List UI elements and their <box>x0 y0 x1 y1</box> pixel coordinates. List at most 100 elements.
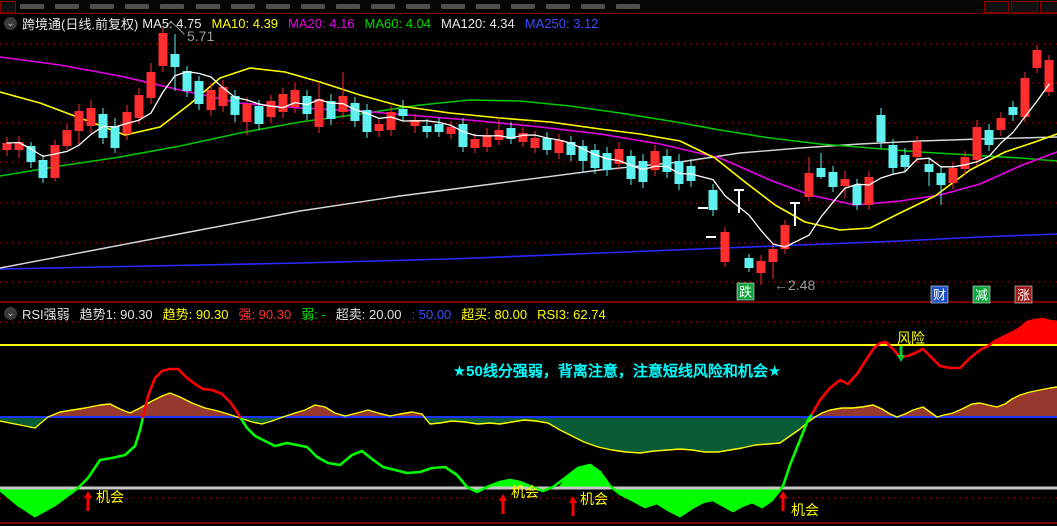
risk-label: 风险 <box>897 330 925 346</box>
price-panel-header: ⌄ 跨境通(日线.前复权) MA5: 4.75 MA10: 4.39 MA20: 4… <box>0 15 1057 32</box>
ma-legend-item: MA20: 4.16 <box>288 15 355 31</box>
ma-legend-item: MA10: 4.39 <box>211 15 279 31</box>
candle-body <box>638 161 648 182</box>
candle-body <box>960 157 970 169</box>
ma-legend-item: MA5: 4.75 <box>142 15 202 31</box>
candle-body <box>182 71 192 91</box>
clipped-menu-text <box>441 4 465 9</box>
candle-body <box>134 95 144 118</box>
candle-body <box>470 139 480 148</box>
clipped-menu-text <box>196 4 220 9</box>
low-price-label: ←2.48 <box>774 277 815 293</box>
toolbar-button[interactable] <box>0 1 16 13</box>
rsi-legend-item: RSI强弱 <box>22 306 70 322</box>
candle-body <box>972 127 982 160</box>
candle-body <box>434 124 444 132</box>
rsi-panel-header: ⌄ RSI强弱 趋势1: 90.30 趋势: 90.30 强: 90.30 弱: - 超卖… <box>0 304 1057 323</box>
candle-body <box>278 94 288 112</box>
clipped-menu-text <box>406 4 430 9</box>
candle-body <box>554 140 564 153</box>
candle-body <box>864 177 874 205</box>
candle-body <box>900 155 910 167</box>
rsi-legend-item: RSI3: 62.74 <box>537 306 606 322</box>
candle-body <box>840 179 850 186</box>
signal-badge-label: 财 <box>933 288 946 303</box>
clipped-menu-text <box>371 4 395 9</box>
candle-body <box>110 126 120 148</box>
rsi-legend-item: 强: 90.30 <box>238 306 292 322</box>
candle-body <box>984 130 994 145</box>
clipped-menu-text <box>125 4 149 9</box>
candle-body <box>1020 78 1030 117</box>
buy-arrow-head <box>779 491 787 498</box>
candle-body <box>708 190 718 210</box>
opportunity-label: 机会 <box>511 484 539 500</box>
opportunity-label: 机会 <box>96 489 124 505</box>
candle-body <box>948 168 958 183</box>
clipped-menu-text <box>20 4 44 9</box>
toolbar-button[interactable] <box>1011 1 1038 13</box>
opportunity-label: 机会 <box>791 502 819 518</box>
candle-body <box>422 126 432 132</box>
divergence-annotation: ★50线分强弱，背离注意，注意短线风险和机会★ <box>453 362 782 380</box>
ma20-line <box>0 56 1057 206</box>
candle-body <box>888 145 898 168</box>
candle-body <box>170 54 180 67</box>
rsi-legend-item: 弱: - <box>301 306 326 322</box>
oversold-fill <box>0 488 78 516</box>
candle-body <box>936 173 946 185</box>
candle-body <box>1044 60 1054 92</box>
candle-body <box>194 81 204 104</box>
ma-legend-item: MA60: 4.04 <box>364 15 432 31</box>
collapse-chevron-icon[interactable]: ⌄ <box>4 306 17 320</box>
candle-body <box>242 104 252 122</box>
candle-body <box>398 109 408 116</box>
clipped-menu-text <box>90 4 114 9</box>
ma-legend: MA5: 4.75 MA10: 4.39 MA20: 4.16 MA60: 4.04 M… <box>142 16 608 31</box>
clipped-menu-text <box>231 4 255 9</box>
rsi-legend-item: : 50.00 <box>411 306 452 322</box>
candle-body <box>374 124 384 131</box>
clipped-menu-text <box>336 4 360 9</box>
candle-body <box>206 90 216 110</box>
candle-body <box>38 160 48 178</box>
candle-body <box>458 124 468 147</box>
candle-body <box>626 156 636 179</box>
rsi-legend-item: 超买: 80.00 <box>461 306 528 322</box>
candle-body <box>266 101 276 117</box>
candle-body <box>446 127 456 134</box>
top-menu-bar[interactable] <box>0 0 1057 14</box>
ma250-line <box>0 233 1057 270</box>
candle-body <box>804 173 814 197</box>
clipped-menu-text <box>476 4 500 9</box>
ma-legend-item: MA250: 3.12 <box>524 15 599 31</box>
rsi-legend: RSI强弱 趋势1: 90.30 趋势: 90.30 强: 90.30 弱: - 超卖: … <box>22 304 616 323</box>
clipped-menu-text <box>266 4 290 9</box>
toolbar-button[interactable] <box>1040 1 1057 13</box>
candle-body <box>350 103 360 121</box>
candle-body <box>720 232 730 262</box>
candle-body <box>912 142 922 157</box>
collapse-chevron-icon[interactable]: ⌄ <box>4 16 17 30</box>
candle-body <box>816 168 826 177</box>
toolbar-button[interactable] <box>984 1 1009 13</box>
buy-arrow-head <box>569 496 577 503</box>
candle-body <box>1032 50 1042 68</box>
ma-legend-item: MA120: 4.34 <box>441 15 515 31</box>
chart-canvas[interactable]: 5.71←2.48跌财减涨机会 机会 机会机会风险★50线分强弱，背离注意，注意短线… <box>0 0 1057 526</box>
clipped-menu-text <box>546 4 570 9</box>
overbought-fill <box>988 319 1057 345</box>
candle-body <box>314 99 324 127</box>
candle-body <box>50 145 60 178</box>
risk-arrow-head <box>897 355 905 362</box>
candle-body <box>768 249 778 262</box>
candle-body <box>86 108 96 126</box>
candle-body <box>158 33 168 66</box>
signal-badge-label: 减 <box>975 288 988 303</box>
candle-body <box>662 156 672 172</box>
clipped-menu-text <box>160 4 184 9</box>
candle-body <box>602 153 612 170</box>
clipped-menu-text <box>511 4 535 9</box>
candle-body <box>744 258 754 268</box>
candle-body <box>146 72 156 98</box>
